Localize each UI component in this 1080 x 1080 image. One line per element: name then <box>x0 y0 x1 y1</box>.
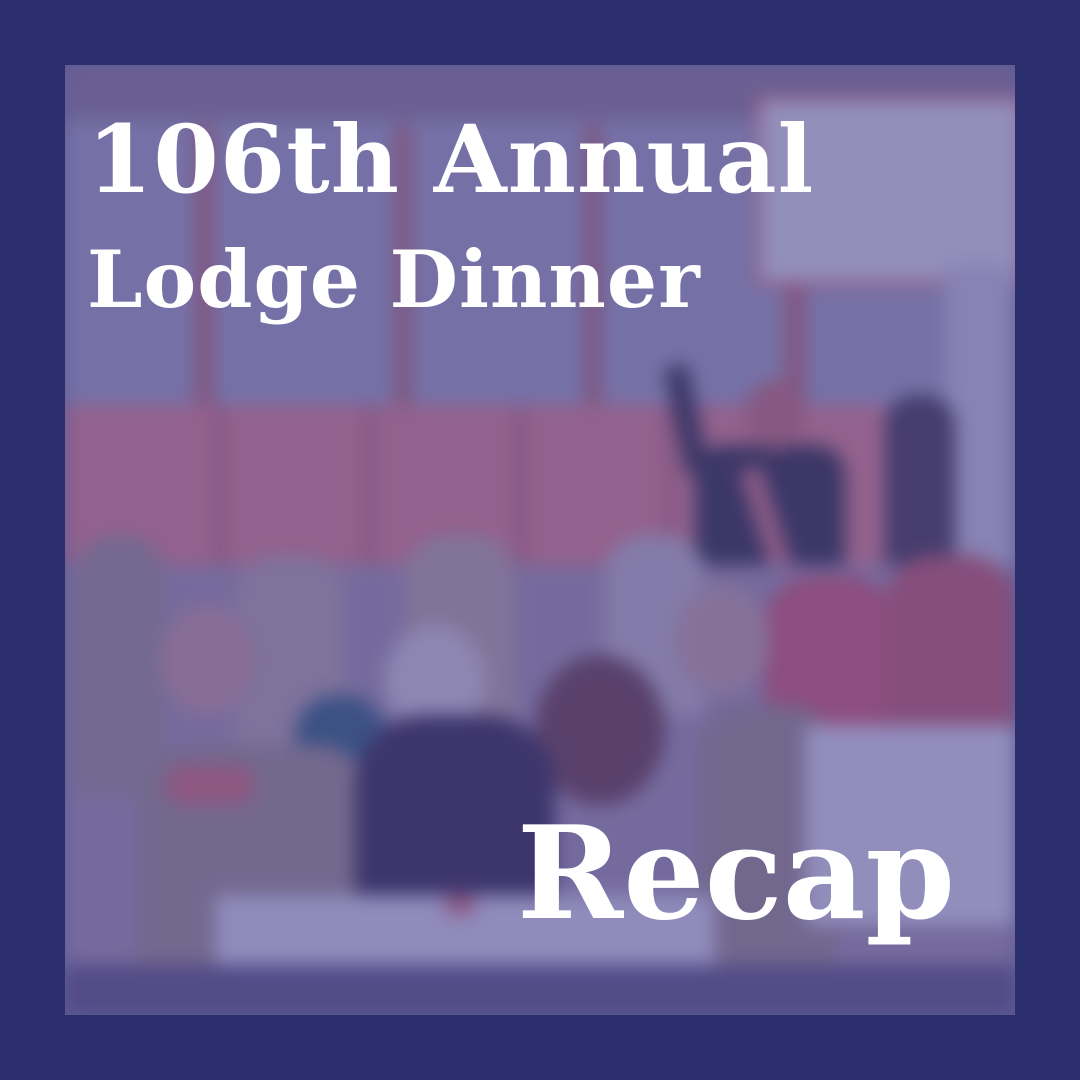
title-line-2: Lodge Dinner <box>87 233 701 326</box>
title-line-1: 106th Annual <box>87 105 815 215</box>
graphic-frame: 106th Annual Lodge Dinner Recap <box>0 0 1080 1080</box>
recap-label: Recap <box>516 799 955 949</box>
background-photo: 106th Annual Lodge Dinner Recap <box>65 65 1015 1015</box>
